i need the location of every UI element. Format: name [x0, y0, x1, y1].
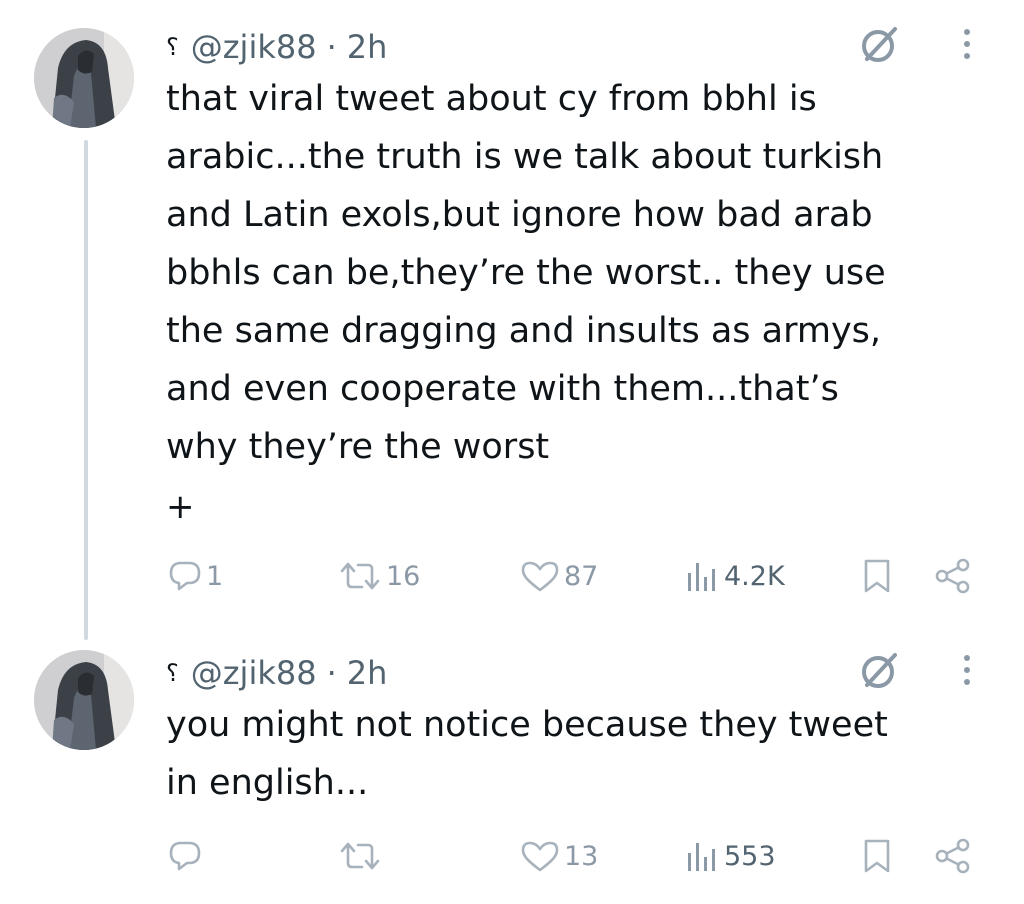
repost-icon — [340, 562, 380, 590]
timestamp[interactable]: 2h — [347, 654, 388, 692]
expand-plus-icon[interactable]: + — [166, 490, 195, 524]
repost-icon — [340, 842, 380, 870]
views-button[interactable]: 4.2K — [684, 556, 785, 596]
views-count: 4.2K — [724, 560, 785, 592]
like-icon — [521, 561, 559, 592]
share-icon — [935, 558, 970, 594]
views-count: 553 — [724, 840, 776, 872]
header-separator: · — [326, 28, 337, 66]
grok-icon[interactable] — [858, 22, 902, 66]
like-count: 13 — [564, 840, 599, 872]
bookmark-icon — [864, 559, 890, 593]
more-icon[interactable] — [952, 650, 982, 690]
tweet-actions: 13 553 — [0, 836, 1024, 876]
reply-button[interactable]: 1 — [168, 556, 223, 596]
reply-button[interactable] — [168, 836, 206, 876]
thread: ؟ @zjik88 · 2h that viral tweet about cy… — [0, 0, 1024, 904]
views-icon — [688, 563, 715, 591]
tweet-text: you might not notice because they tweet … — [166, 705, 888, 803]
bookmark-button[interactable] — [862, 836, 892, 876]
tweet-text: that viral tweet about cy from bbhl is a… — [166, 79, 886, 467]
views-icon — [688, 843, 715, 871]
avatar-image — [34, 650, 134, 750]
tweet-1[interactable]: ؟ @zjik88 · 2h that viral tweet about cy… — [0, 14, 1024, 594]
grok-icon[interactable] — [858, 648, 902, 692]
bookmark-button[interactable] — [862, 556, 892, 596]
tweet-actions: 1 16 87 4.2K — [0, 556, 1024, 596]
header-separator: · — [326, 654, 337, 692]
reply-icon — [169, 561, 201, 591]
share-button[interactable] — [934, 556, 972, 596]
share-icon — [935, 838, 970, 874]
like-button[interactable]: 87 — [520, 556, 598, 596]
tweet-header: ؟ @zjik88 · 2h — [166, 650, 387, 696]
share-button[interactable] — [934, 836, 972, 876]
repost-count: 16 — [386, 560, 421, 592]
avatar[interactable] — [34, 28, 134, 128]
repost-button[interactable]: 16 — [338, 556, 420, 596]
display-name-glyph[interactable]: ؟ — [166, 35, 179, 59]
avatar-image — [34, 28, 134, 128]
like-button[interactable]: 13 — [520, 836, 598, 876]
avatar[interactable] — [34, 650, 134, 750]
display-name-glyph[interactable]: ؟ — [166, 661, 179, 685]
user-handle[interactable]: @zjik88 — [191, 654, 317, 692]
like-count: 87 — [564, 560, 599, 592]
repost-button[interactable] — [338, 836, 386, 876]
views-button[interactable]: 553 — [684, 836, 776, 876]
bookmark-icon — [864, 839, 890, 873]
reply-icon — [169, 841, 201, 871]
user-handle[interactable]: @zjik88 — [191, 28, 317, 66]
tweet-2[interactable]: ؟ @zjik88 · 2h you might not notice beca… — [0, 640, 1024, 900]
reply-count: 1 — [206, 560, 224, 592]
like-icon — [521, 841, 559, 872]
more-icon[interactable] — [952, 24, 982, 64]
tweet-header: ؟ @zjik88 · 2h — [166, 24, 387, 70]
timestamp[interactable]: 2h — [347, 28, 388, 66]
